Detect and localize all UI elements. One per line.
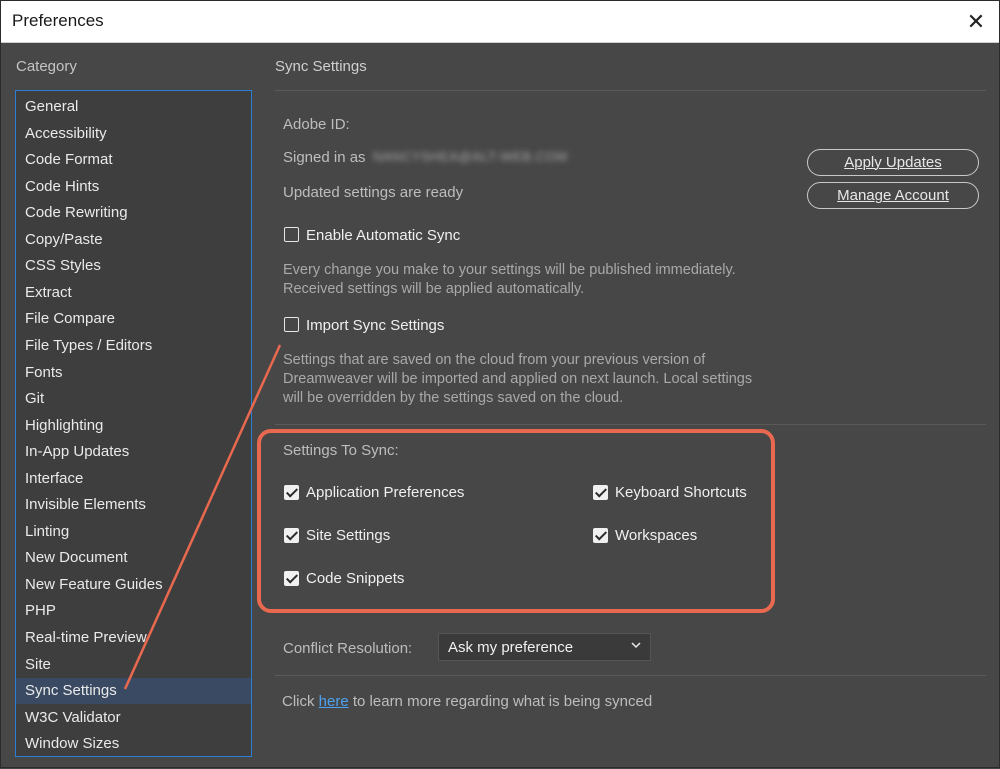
adobe-id-label: Adobe ID: — [283, 116, 350, 133]
sidebar-item-site[interactable]: Site — [16, 652, 251, 678]
import-sync-desc-line: will be overridden by the settings saved… — [283, 390, 624, 406]
import-sync-desc-line: Dreamweaver will be imported and applied… — [283, 371, 753, 387]
footer-prefix: Click — [282, 693, 319, 710]
sidebar-item-new-document[interactable]: New Document — [16, 545, 251, 571]
sidebar-item-sync-settings[interactable]: Sync Settings — [16, 678, 251, 705]
annotation-highlight-box — [257, 429, 775, 613]
import-sync-label[interactable]: Import Sync Settings — [306, 317, 444, 334]
conflict-resolution-value: Ask my preference — [448, 639, 574, 656]
auto-sync-description: Every change you make to your settings w… — [283, 261, 736, 299]
signed-in-email: NANCYSHEA@ALT-WEB.COM — [373, 149, 568, 164]
conflict-resolution-label: Conflict Resolution: — [283, 640, 413, 657]
chevron-down-icon — [630, 638, 642, 655]
sidebar-item-git[interactable]: Git — [16, 386, 251, 412]
sidebar-item-accessibility[interactable]: Accessibility — [16, 121, 251, 147]
sidebar-item-highlighting[interactable]: Highlighting — [16, 413, 251, 439]
footer-text: Click here to learn more regarding what … — [282, 693, 652, 710]
sidebar-item-file-compare[interactable]: File Compare — [16, 306, 251, 332]
manage-account-button[interactable]: Manage Account — [807, 182, 979, 209]
sidebar-item-code-format[interactable]: Code Format — [16, 147, 251, 173]
enable-auto-sync-label[interactable]: Enable Automatic Sync — [306, 227, 460, 244]
section-divider — [275, 90, 986, 91]
sidebar-item-css-styles[interactable]: CSS Styles — [16, 253, 251, 279]
window-title: Preferences — [12, 11, 104, 30]
category-list[interactable]: General Accessibility Code Format Code Hint… — [15, 90, 252, 757]
sidebar-item-linting[interactable]: Linting — [16, 519, 251, 545]
preferences-dialog: Preferences ✕ Category General Accessibil… — [0, 0, 1000, 768]
enable-auto-sync-checkbox[interactable] — [284, 227, 299, 242]
sidebar-item-window-sizes[interactable]: Window Sizes — [16, 731, 251, 756]
sidebar-item-fonts[interactable]: Fonts — [16, 360, 251, 386]
sidebar-item-in-app-updates[interactable]: In-App Updates — [16, 439, 251, 465]
sidebar-item-code-rewriting[interactable]: Code Rewriting — [16, 200, 251, 226]
import-sync-desc-line: Settings that are saved on the cloud fro… — [283, 352, 706, 368]
sidebar-item-code-hints[interactable]: Code Hints — [16, 174, 251, 200]
apply-updates-button[interactable]: Apply Updates — [807, 149, 979, 176]
footer-suffix: to learn more regarding what is being sy… — [348, 693, 653, 710]
sidebar-item-new-feature-guides[interactable]: New Feature Guides — [16, 572, 251, 598]
conflict-resolution-select[interactable]: Ask my preference — [438, 633, 651, 661]
sidebar-item-interface[interactable]: Interface — [16, 466, 251, 492]
sidebar-item-w3c-validator[interactable]: W3C Validator — [16, 705, 251, 731]
section-title: Sync Settings — [275, 58, 367, 75]
settings-divider — [275, 424, 986, 425]
sidebar-item-general[interactable]: General — [16, 94, 251, 120]
sidebar-item-file-types-editors[interactable]: File Types / Editors — [16, 333, 251, 359]
import-sync-checkbox[interactable] — [284, 317, 299, 332]
title-bar: Preferences ✕ — [1, 1, 999, 43]
footer-divider — [275, 675, 986, 676]
auto-sync-desc-line: Every change you make to your settings w… — [283, 262, 736, 278]
learn-more-link[interactable]: here — [319, 693, 349, 710]
updated-status: Updated settings are ready — [283, 184, 464, 201]
sidebar-item-copy-paste[interactable]: Copy/Paste — [16, 227, 251, 253]
signed-in-label: Signed in as — [283, 149, 366, 166]
auto-sync-desc-line: Received settings will be applied automa… — [283, 281, 585, 297]
sidebar-item-real-time-preview[interactable]: Real-time Preview — [16, 625, 251, 651]
category-header: Category — [16, 58, 77, 75]
sidebar-item-invisible-elements[interactable]: Invisible Elements — [16, 492, 251, 518]
sidebar-item-extract[interactable]: Extract — [16, 280, 251, 306]
sidebar-item-php[interactable]: PHP — [16, 598, 251, 624]
import-sync-description: Settings that are saved on the cloud fro… — [283, 351, 752, 408]
close-icon[interactable]: ✕ — [953, 1, 999, 42]
